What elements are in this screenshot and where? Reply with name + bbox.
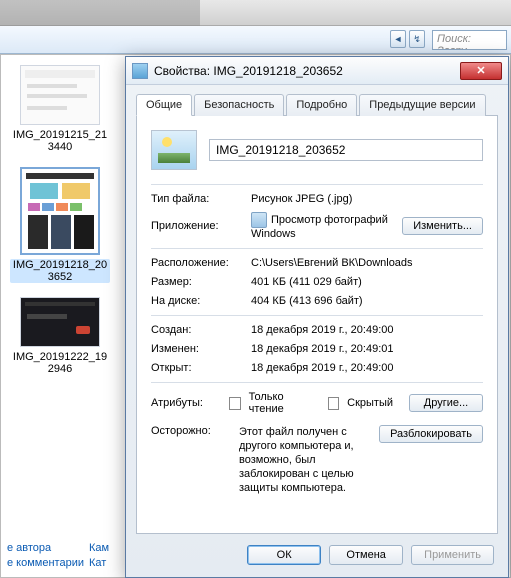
thumb-item[interactable]: IMG_20191218_203652 bbox=[5, 167, 115, 283]
nav-back-icon[interactable]: ◄ bbox=[390, 30, 406, 48]
hidden-label: Скрытый bbox=[347, 397, 393, 409]
tab-row: Общие Безопасность Подробно Предыдущие в… bbox=[136, 93, 498, 116]
tab-previous-versions[interactable]: Предыдущие версии bbox=[359, 94, 485, 116]
accessed-value: 18 декабря 2019 г., 20:49:00 bbox=[251, 362, 483, 374]
ok-button[interactable]: ОК bbox=[247, 545, 321, 565]
tab-security[interactable]: Безопасность bbox=[194, 94, 284, 116]
thumb-label: IMG_20191215_213440 bbox=[10, 129, 110, 153]
link-comments[interactable]: е комментарии bbox=[7, 556, 84, 571]
dialog-title: Свойства: IMG_20191218_203652 bbox=[154, 64, 460, 78]
app-label: Приложение: bbox=[151, 220, 243, 232]
accessed-label: Открыт: bbox=[151, 362, 243, 374]
security-warning-label: Осторожно: bbox=[151, 425, 231, 437]
size-label: Размер: bbox=[151, 276, 243, 288]
modified-label: Изменен: bbox=[151, 343, 243, 355]
unblock-button[interactable]: Разблокировать bbox=[379, 425, 483, 443]
details-pane: е автора е комментарии bbox=[7, 541, 84, 571]
dialog-app-icon bbox=[132, 63, 148, 79]
size-on-disk-value: 404 КБ (413 696 байт) bbox=[251, 295, 483, 307]
attributes-label: Атрибуты: bbox=[151, 397, 221, 409]
size-on-disk-label: На диске: bbox=[151, 295, 243, 307]
dialog-titlebar[interactable]: Свойства: IMG_20191218_203652 ✕ bbox=[126, 57, 508, 85]
apply-button[interactable]: Применить bbox=[411, 545, 494, 565]
security-warning-text: Этот файл получен с другого компьютера и… bbox=[239, 425, 371, 495]
created-label: Создан: bbox=[151, 324, 243, 336]
readonly-label: Только чтение bbox=[249, 391, 310, 415]
tab-body: Тип файла: Рисунок JPEG (.jpg) Приложени… bbox=[136, 116, 498, 534]
thumb-label: IMG_20191222_192946 bbox=[10, 351, 110, 375]
thumb-item[interactable]: IMG_20191215_213440 bbox=[5, 65, 115, 153]
location-label: Расположение: bbox=[151, 257, 243, 269]
hidden-checkbox[interactable] bbox=[328, 397, 339, 410]
cancel-button[interactable]: Отмена bbox=[329, 545, 403, 565]
close-icon[interactable]: ✕ bbox=[460, 62, 502, 80]
change-app-button[interactable]: Изменить... bbox=[402, 217, 483, 235]
thumb-item[interactable]: IMG_20191222_192946 bbox=[5, 297, 115, 375]
filetype-label: Тип файла: bbox=[151, 193, 243, 205]
thumbnail-pane: IMG_20191215_213440 IMG_20191218_203652 bbox=[5, 55, 115, 547]
tab-general[interactable]: Общие bbox=[136, 94, 192, 116]
readonly-checkbox[interactable] bbox=[229, 397, 240, 410]
link-author[interactable]: е автора bbox=[7, 541, 84, 556]
nav-refresh-icon[interactable]: ↯ bbox=[409, 30, 425, 48]
tab-details[interactable]: Подробно bbox=[286, 94, 357, 116]
location-value: C:\Users\Евгений ВК\Downloads bbox=[251, 257, 483, 269]
link-cam[interactable]: Кам bbox=[89, 541, 109, 556]
properties-dialog: Свойства: IMG_20191218_203652 ✕ Общие Бе… bbox=[125, 56, 509, 578]
app-value: Просмотр фотографий Windows bbox=[251, 212, 394, 240]
filetype-value: Рисунок JPEG (.jpg) bbox=[251, 193, 483, 205]
created-value: 18 декабря 2019 г., 20:49:00 bbox=[251, 324, 483, 336]
filename-input[interactable] bbox=[209, 139, 483, 161]
advanced-attributes-button[interactable]: Другие... bbox=[409, 394, 483, 412]
window-chrome-top bbox=[0, 0, 511, 26]
details-pane-2: Кам Кат bbox=[89, 541, 109, 571]
photo-viewer-icon bbox=[251, 212, 267, 228]
modified-value: 18 декабря 2019 г., 20:49:01 bbox=[251, 343, 483, 355]
thumb-label: IMG_20191218_203652 bbox=[10, 259, 110, 283]
size-value: 401 КБ (411 029 байт) bbox=[251, 276, 483, 288]
search-input[interactable]: Поиск: Загру bbox=[432, 30, 507, 50]
link-cat[interactable]: Кат bbox=[89, 556, 109, 571]
file-type-icon bbox=[151, 130, 197, 170]
